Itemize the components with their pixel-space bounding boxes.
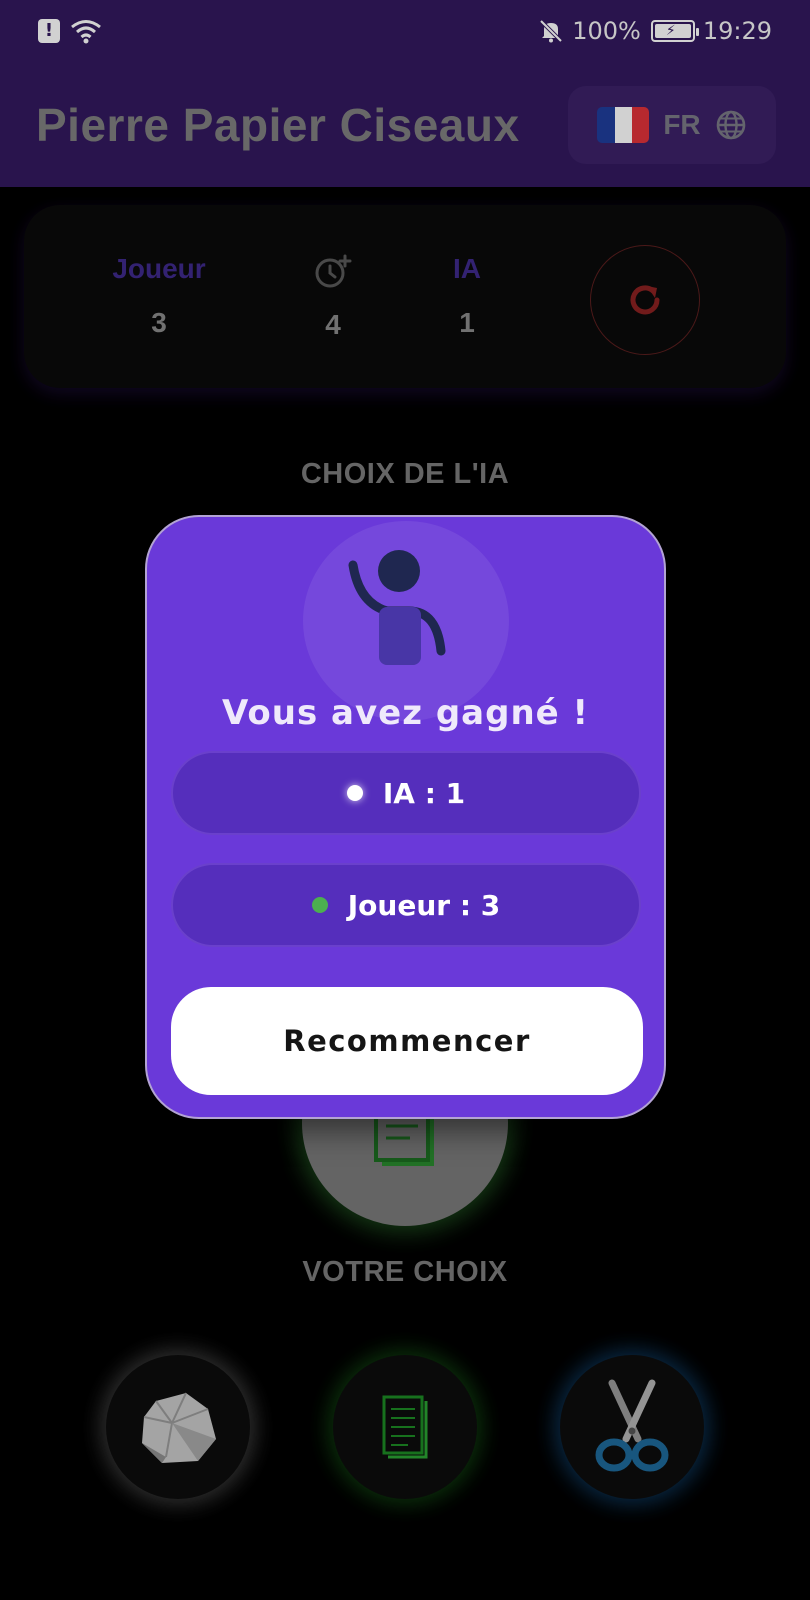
- restart-button[interactable]: Recommencer: [171, 987, 643, 1095]
- player-dot: [311, 897, 328, 913]
- ai-score-text: IA : 1: [382, 776, 466, 810]
- ai-dot: [346, 785, 363, 801]
- result-title: Vous avez gagné !: [221, 693, 590, 733]
- ai-score-pill: IA : 1: [171, 751, 641, 835]
- player-score-text: Joueur : 3: [347, 888, 501, 922]
- waving-person-icon: [348, 550, 446, 665]
- player-score-pill: Joueur : 3: [171, 863, 641, 947]
- result-dialog: Vous avez gagné ! IA : 1 Joueur : 3 Reco…: [145, 515, 666, 1119]
